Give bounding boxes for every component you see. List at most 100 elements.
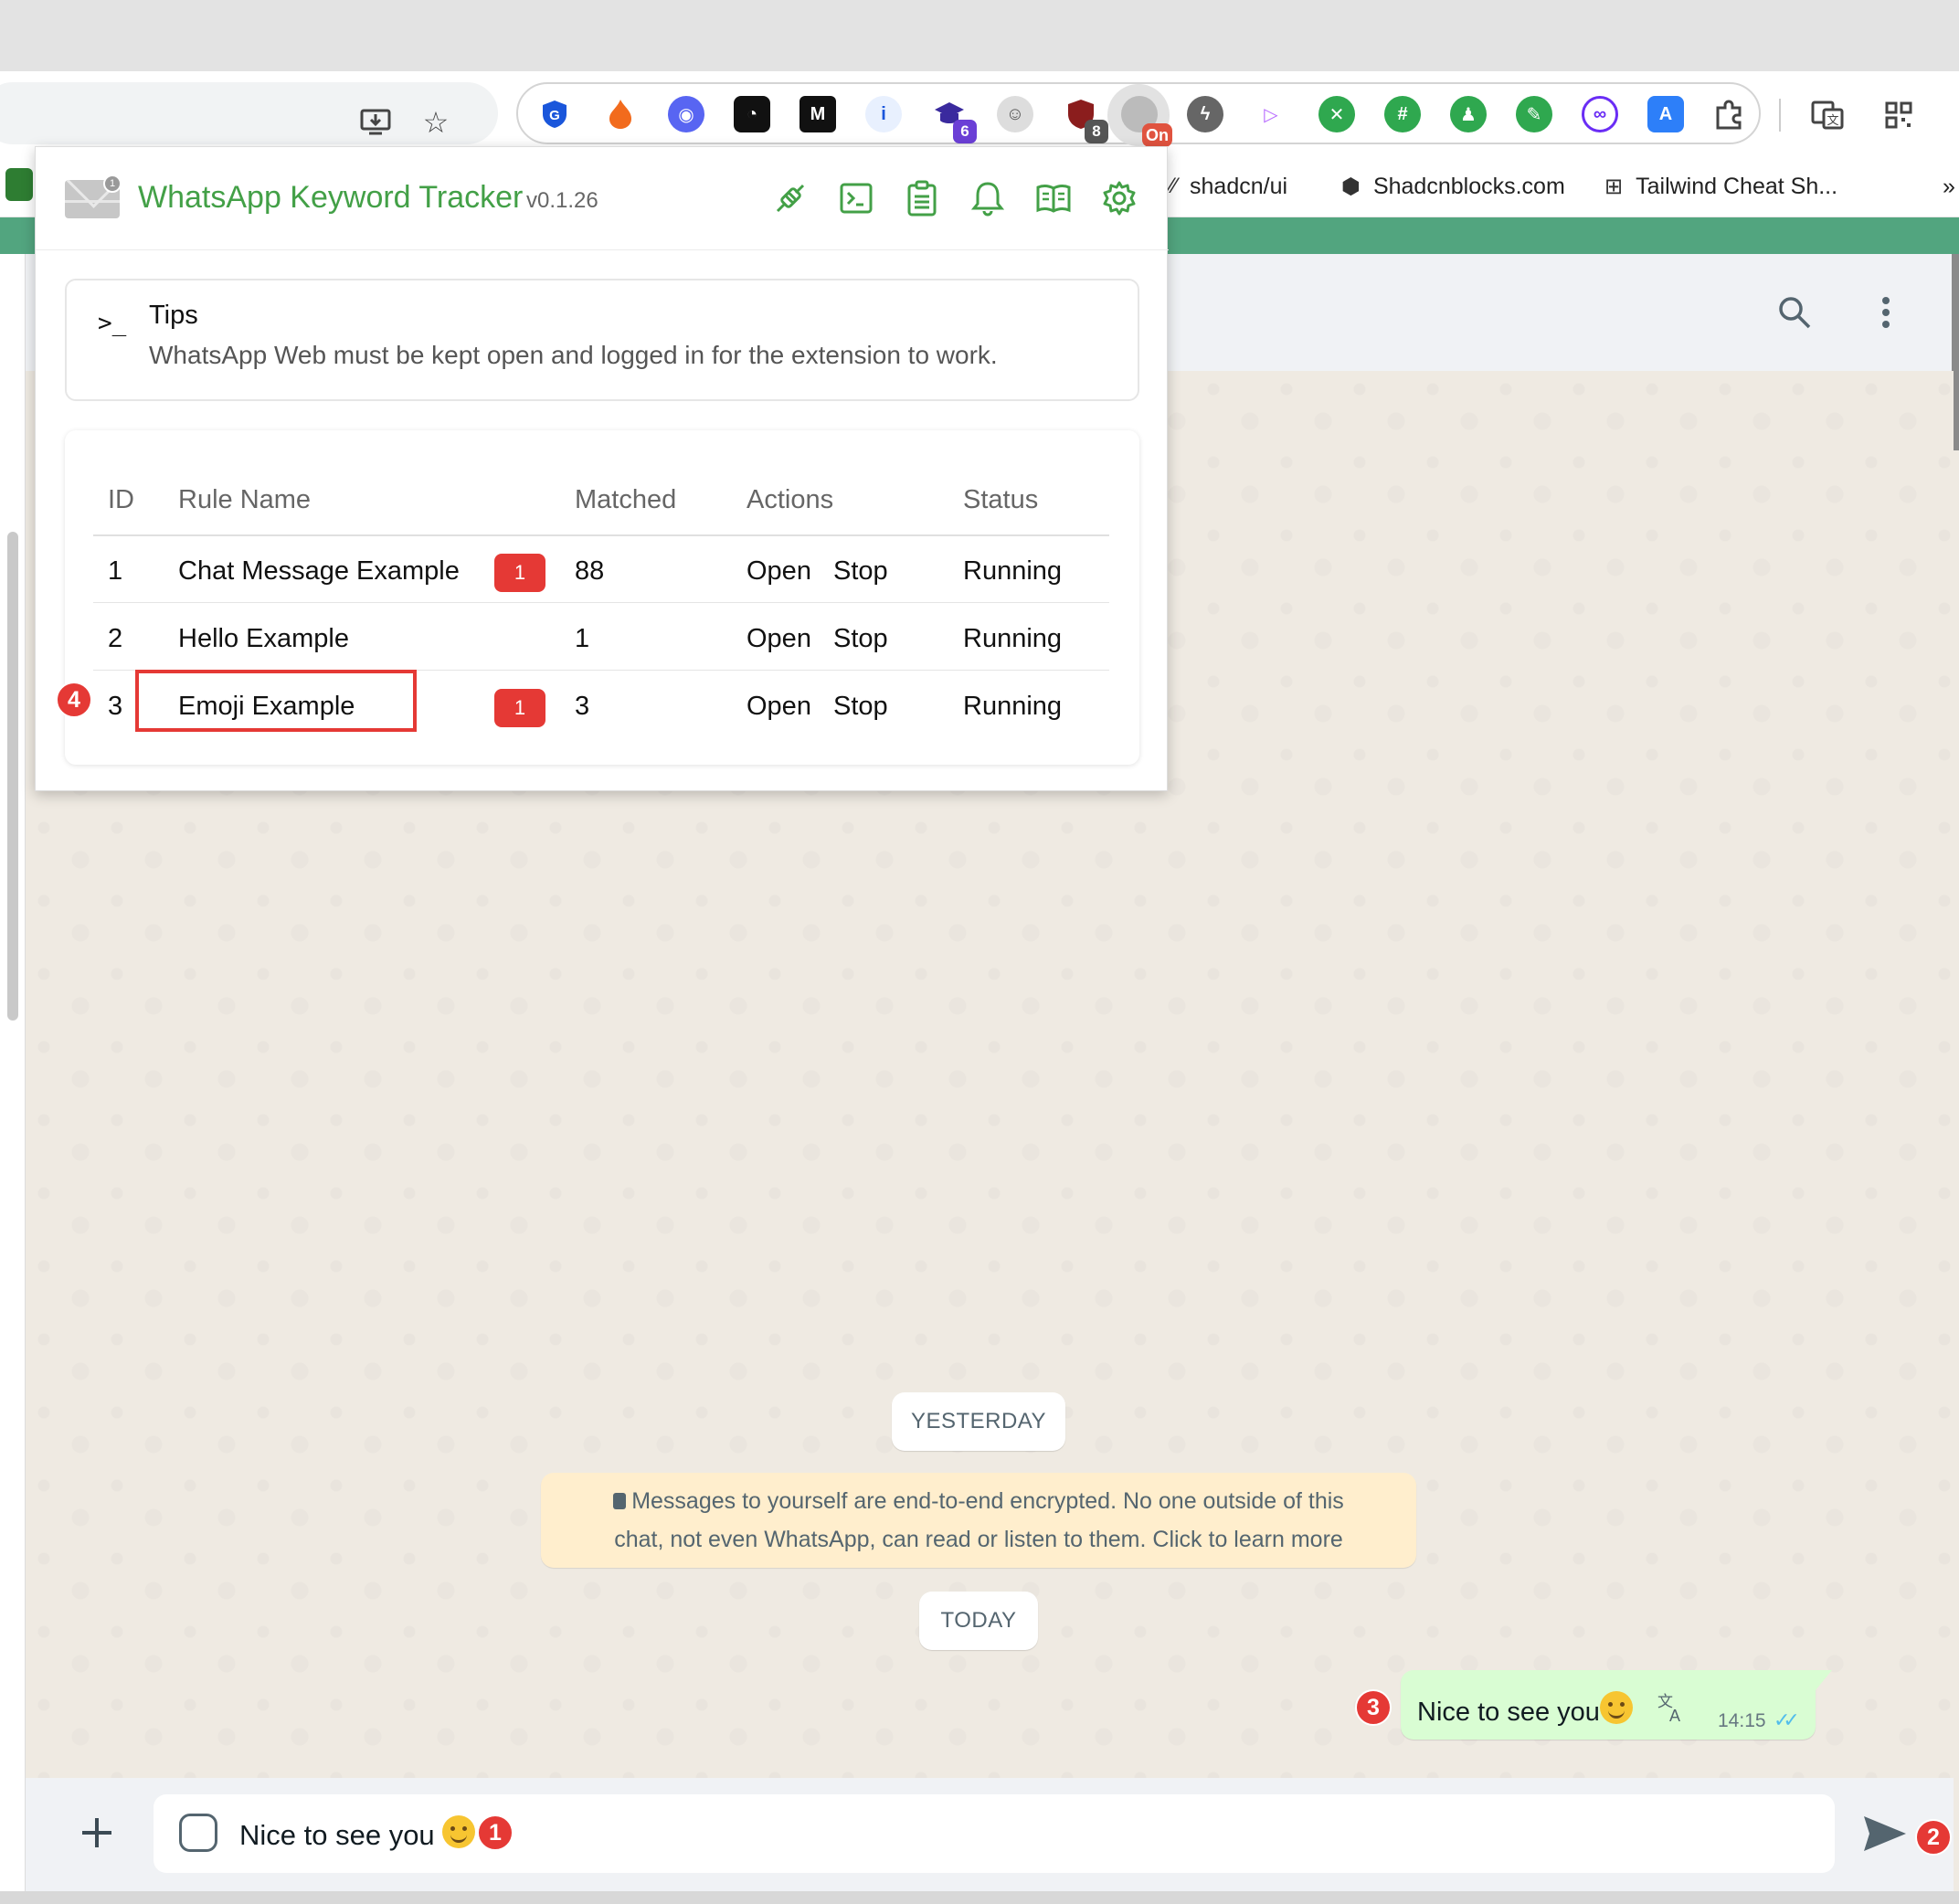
column-header-status: Status (963, 485, 1039, 514)
smiling-emoji-icon (1599, 1691, 1633, 1724)
translate-extension-icon[interactable]: A (1647, 96, 1684, 132)
kebab-menu-icon[interactable] (1864, 291, 1908, 334)
stop-rule-button[interactable]: Stop (833, 556, 888, 587)
discord-extension-icon[interactable]: ◉ (668, 96, 704, 132)
row-matched: 3 (575, 692, 590, 721)
terminal-icon[interactable] (836, 178, 876, 218)
smiling-emoji-icon (442, 1815, 476, 1848)
search-icon[interactable] (1773, 291, 1816, 334)
bell-icon[interactable] (968, 178, 1008, 218)
graduation-cap-extension-icon[interactable]: 6 (931, 96, 977, 143)
translate-icon[interactable]: 文A (1656, 1692, 1687, 1729)
infinity-extension-icon[interactable]: ∞ (1582, 96, 1618, 132)
step-badge-4: 4 (56, 682, 92, 718)
address-bar[interactable]: ☆ (0, 82, 498, 144)
compose-text: Nice to see you (239, 1815, 476, 1852)
slash-icon: ⁄⁄ (1170, 174, 1178, 198)
ublock-extension-icon[interactable]: 8 (1063, 96, 1108, 143)
header-divider (93, 534, 1109, 536)
bookmark-tailwind[interactable]: ⊞ Tailwind Cheat Sh... (1604, 168, 1837, 205)
clipboard-list-icon[interactable] (902, 178, 942, 218)
encryption-text-line1: Messages to yourself are end-to-end encr… (631, 1488, 1344, 1514)
lightning-extension-icon[interactable]: ϟ (1187, 96, 1223, 132)
shield-extension-icon[interactable]: G (536, 96, 573, 132)
row-divider (93, 602, 1109, 603)
sticker-icon[interactable] (179, 1814, 217, 1852)
bookmark-label: Shadcnblocks.com (1372, 173, 1565, 199)
popup-version: v0.1.26 (526, 188, 598, 213)
install-app-icon[interactable] (357, 104, 394, 141)
popup-title: WhatsApp Keyword Tracker (138, 180, 524, 215)
extension-badge: 8 (1085, 120, 1108, 143)
book-open-icon[interactable] (1033, 178, 1074, 218)
google-translate-icon[interactable]: 文 (1809, 97, 1846, 133)
encryption-text-line2: chat, not even WhatsApp, can read or lis… (614, 1527, 1343, 1552)
user-extension-icon[interactable]: ♟ (1450, 96, 1487, 132)
toolbar-divider (1779, 99, 1781, 132)
more-bookmarks-chevron-icon[interactable]: » (1943, 168, 1955, 205)
qr-code-icon[interactable] (1880, 97, 1917, 133)
new-match-badge: 1 (494, 689, 545, 727)
read-ticks-icon: ✓✓ (1774, 1708, 1800, 1731)
bookmark-app-icon[interactable] (5, 168, 33, 201)
bookmark-shadcnblocks[interactable]: ⬢ Shadcnblocks.com (1341, 168, 1565, 205)
browser-toolbar: ☆ G ◉ ◔ M i 6 ☺ 8 On ϟ ▷ ✕ # ♟ ✎ ∞ A 文 (0, 71, 1959, 155)
row-status: Running (963, 692, 1063, 721)
open-rule-button[interactable]: Open (747, 556, 811, 587)
row-id: 3 (108, 692, 123, 721)
tips-text: WhatsApp Web must be kept open and logge… (149, 341, 998, 369)
row-matched: 88 (575, 556, 605, 586)
extensions-bar: G ◉ ◔ M i 6 ☺ 8 On ϟ ▷ ✕ # ♟ ✎ ∞ A (516, 82, 1761, 147)
chat-list-edge (0, 254, 26, 1904)
row-rule-name: Hello Example (178, 624, 349, 653)
bookmark-label: Tailwind Cheat Sh... (1636, 173, 1838, 199)
puzzle-extensions-icon[interactable] (1711, 96, 1748, 132)
hash-extension-icon[interactable]: # (1384, 96, 1421, 132)
encryption-notice[interactable]: Messages to yourself are end-to-end encr… (541, 1473, 1416, 1568)
bookmark-star-icon[interactable]: ☆ (418, 104, 454, 141)
message-time: 14:15 (1718, 1710, 1766, 1731)
terminal-prompt-icon: >_ (98, 310, 127, 337)
chat-extension-icon[interactable]: ✎ (1516, 96, 1552, 132)
settings-gear-icon[interactable] (1099, 178, 1139, 218)
row-rule-name: Chat Message Example (178, 556, 460, 586)
tips-title: Tips (149, 301, 198, 330)
row-status: Running (963, 556, 1063, 586)
sidebar-scrollbar[interactable] (7, 532, 18, 1021)
timer-extension-icon[interactable]: ◔ (734, 96, 770, 132)
date-chip-yesterday: YESTERDAY (892, 1392, 1065, 1451)
step-badge-3: 3 (1355, 1689, 1392, 1726)
password-extension-icon[interactable]: i (865, 96, 902, 132)
message-text-content: Nice to see you (1417, 1698, 1600, 1727)
row-status: Running (963, 624, 1063, 653)
bookmark-shadcn[interactable]: ⁄⁄ shadcn/ui (1170, 168, 1287, 205)
flame-extension-icon[interactable] (602, 96, 639, 132)
column-header-rule-name: Rule Name (178, 485, 312, 514)
column-header-actions: Actions (747, 485, 834, 514)
face-extension-icon[interactable]: ☺ (997, 96, 1033, 132)
send-icon[interactable] (1862, 1813, 1908, 1855)
svg-text:G: G (549, 108, 560, 123)
popup-header: 1 WhatsApp Keyword Tracker v0.1.26 (36, 147, 1169, 250)
tips-card: >_ Tips WhatsApp Web must be kept open a… (65, 279, 1139, 401)
attach-plus-icon[interactable] (75, 1811, 119, 1855)
compose-text-content: Nice to see you (239, 1819, 435, 1851)
browser-tabstrip (0, 0, 1959, 71)
grid-icon: ⊞ (1604, 174, 1624, 199)
play-extension-icon[interactable]: ▷ (1253, 96, 1289, 132)
extension-badge: 6 (953, 120, 977, 143)
svg-text:A: A (1669, 1707, 1680, 1723)
bookmark-label: shadcn/ui (1190, 173, 1288, 199)
open-rule-button[interactable]: Open (747, 692, 811, 722)
stop-rule-button[interactable]: Stop (833, 624, 888, 654)
stop-rule-button[interactable]: Stop (833, 692, 888, 722)
hexagon-icon: ⬢ (1341, 174, 1361, 199)
open-rule-button[interactable]: Open (747, 624, 811, 654)
row-id: 1 (108, 556, 123, 586)
step-badge-2: 2 (1915, 1819, 1952, 1856)
window-bottom-edge (0, 1891, 1959, 1904)
translate-green-extension-icon[interactable]: ✕ (1318, 96, 1355, 132)
connection-plug-icon[interactable] (770, 178, 810, 218)
medium-extension-icon[interactable]: M (799, 96, 836, 132)
whatsapp-tracker-extension-icon[interactable]: On (1121, 96, 1172, 147)
